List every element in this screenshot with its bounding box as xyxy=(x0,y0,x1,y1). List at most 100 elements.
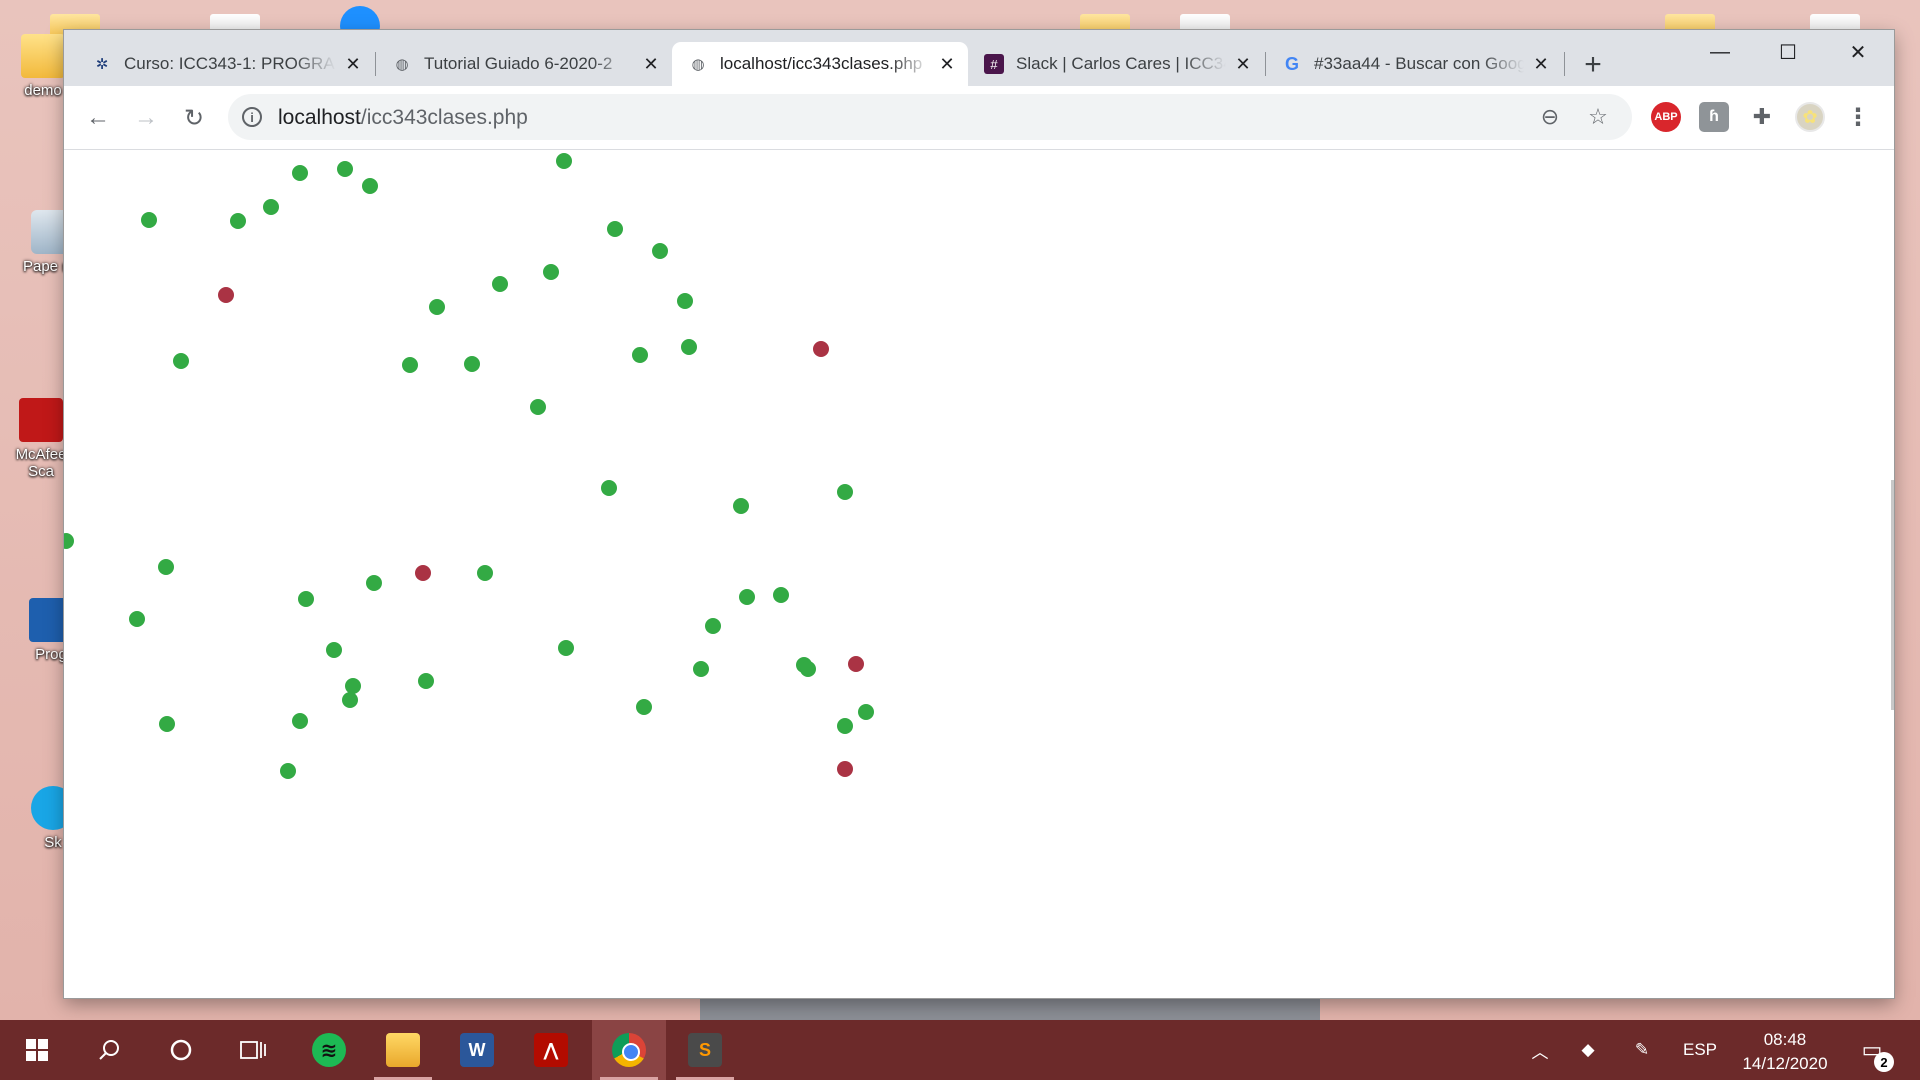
green-dot xyxy=(141,212,157,228)
taskbar-acrobat[interactable]: ⋀ xyxy=(514,1020,588,1080)
tab-strip: ✲ Curso: ICC343-1: PROGRAMACIÓN ✕ ◍ Tuto… xyxy=(64,30,1894,86)
tab-tutorial[interactable]: ◍ Tutorial Guiado 6-2020-2 ✕ xyxy=(376,42,672,86)
clock-time: 08:48 xyxy=(1763,1030,1807,1049)
close-icon[interactable]: ✕ xyxy=(1530,53,1552,75)
green-dot xyxy=(418,673,434,689)
red-dot xyxy=(415,565,431,581)
windows-icon xyxy=(26,1039,48,1061)
browser-window: ✲ Curso: ICC343-1: PROGRAMACIÓN ✕ ◍ Tuto… xyxy=(64,30,1894,998)
file-explorer-icon xyxy=(386,1033,420,1067)
green-dot xyxy=(800,661,816,677)
search-button[interactable] xyxy=(72,1020,146,1080)
green-dot xyxy=(632,347,648,363)
page-viewport xyxy=(64,151,1894,998)
show-hidden-icons-button[interactable]: ︿ xyxy=(1520,1020,1560,1080)
extension-icon[interactable]: ɦ xyxy=(1699,102,1729,132)
url-text[interactable]: localhost/icc343clases.php xyxy=(278,106,528,130)
green-dot xyxy=(705,618,721,634)
bookmark-star-icon[interactable]: ☆ xyxy=(1584,103,1612,131)
maximize-button[interactable]: ☐ xyxy=(1754,30,1822,74)
green-dot xyxy=(158,559,174,575)
green-dot xyxy=(402,357,418,373)
green-dot xyxy=(429,299,445,315)
task-view-icon xyxy=(240,1041,266,1059)
reload-button[interactable]: ↻ xyxy=(176,100,212,136)
close-icon[interactable]: ✕ xyxy=(342,53,364,75)
taskbar-file-explorer[interactable] xyxy=(366,1020,440,1080)
tab-localhost[interactable]: ◍ localhost/icc343clases.php ✕ xyxy=(672,42,968,86)
pen-icon: ✎ xyxy=(1634,1040,1650,1059)
globe-icon: ◍ xyxy=(691,56,705,73)
start-button[interactable] xyxy=(0,1020,74,1080)
red-dot xyxy=(218,287,234,303)
acrobat-icon: ⋀ xyxy=(534,1033,568,1067)
green-dot xyxy=(129,611,145,627)
green-dot xyxy=(773,587,789,603)
taskbar-sublime[interactable]: S xyxy=(668,1020,742,1080)
zoom-icon[interactable]: ⊖ xyxy=(1536,103,1564,131)
adblock-plus-icon[interactable]: ABP xyxy=(1651,102,1681,132)
close-icon[interactable]: ✕ xyxy=(640,53,662,75)
green-dot xyxy=(556,153,572,169)
close-window-button[interactable]: ✕ xyxy=(1824,30,1892,74)
green-dot xyxy=(837,718,853,734)
globe-icon: ◍ xyxy=(395,56,409,73)
tab-slack[interactable]: # Slack | Carlos Cares | ICC343 ✕ xyxy=(968,42,1264,86)
profile-avatar[interactable]: ✿ xyxy=(1795,102,1825,132)
tab-title: Tutorial Guiado 6-2020-2 xyxy=(424,54,613,73)
green-dot xyxy=(601,480,617,496)
taskbar: ≋ W ⋀ S ︿ ◆ ✎ ESP 08:48 14/12/2020 ▭ 2 xyxy=(0,1020,1920,1080)
cortana-button[interactable] xyxy=(144,1020,218,1080)
green-dot xyxy=(837,484,853,500)
green-dot xyxy=(543,264,559,280)
scrollbar[interactable] xyxy=(1891,480,1894,710)
info-icon[interactable]: i xyxy=(242,107,262,127)
green-dot xyxy=(280,763,296,779)
minimize-button[interactable]: — xyxy=(1686,30,1754,74)
dropbox-icon: ◆ xyxy=(1581,1040,1595,1059)
task-view-button[interactable] xyxy=(216,1020,290,1080)
green-dot xyxy=(492,276,508,292)
green-dot xyxy=(636,699,652,715)
green-dot xyxy=(366,575,382,591)
red-dot xyxy=(813,341,829,357)
taskbar-spotify[interactable]: ≋ xyxy=(292,1020,366,1080)
green-dot xyxy=(858,704,874,720)
word-icon: W xyxy=(460,1033,494,1067)
pen-tray[interactable]: ✎ xyxy=(1622,1020,1662,1080)
green-dot xyxy=(326,642,342,658)
notification-count: 2 xyxy=(1874,1052,1894,1072)
taskbar-word[interactable]: W xyxy=(440,1020,514,1080)
green-dot xyxy=(173,353,189,369)
green-dot xyxy=(681,339,697,355)
clock[interactable]: 08:48 14/12/2020 xyxy=(1730,1028,1840,1076)
tab-title: Slack | Carlos Cares | ICC343 xyxy=(1016,54,1226,73)
search-icon xyxy=(99,1040,119,1060)
address-bar[interactable]: i localhost/icc343clases.php ⊖ ☆ xyxy=(228,94,1632,140)
green-dot xyxy=(230,213,246,229)
tab-curso[interactable]: ✲ Curso: ICC343-1: PROGRAMACIÓN ✕ xyxy=(76,42,374,86)
green-dot xyxy=(159,716,175,732)
green-dot xyxy=(607,221,623,237)
close-icon[interactable]: ✕ xyxy=(936,53,958,75)
language-indicator[interactable]: ESP xyxy=(1676,1020,1724,1080)
tab-separator xyxy=(1564,52,1565,76)
green-dot xyxy=(292,713,308,729)
taskbar-chrome[interactable] xyxy=(592,1020,666,1080)
url-path: /icc343clases.php xyxy=(360,106,528,129)
back-button[interactable]: ← xyxy=(80,100,116,136)
extensions-puzzle-icon[interactable]: ✚ xyxy=(1747,102,1777,132)
dropbox-tray[interactable]: ◆ xyxy=(1568,1020,1608,1080)
green-dot xyxy=(693,661,709,677)
new-tab-button[interactable]: + xyxy=(1576,48,1610,82)
tab-title: Curso: ICC343-1: PROGRAMACIÓN xyxy=(124,54,336,73)
chrome-icon xyxy=(612,1033,646,1067)
slack-icon: # xyxy=(984,54,1004,74)
browser-menu-icon[interactable]: ⋮ xyxy=(1843,102,1873,132)
tab-google[interactable]: G #33aa44 - Buscar con Google ✕ xyxy=(1266,42,1562,86)
green-dot xyxy=(558,640,574,656)
forward-button[interactable]: → xyxy=(128,100,164,136)
close-icon[interactable]: ✕ xyxy=(1232,53,1254,75)
green-dot xyxy=(263,199,279,215)
folder-icon xyxy=(21,34,65,78)
